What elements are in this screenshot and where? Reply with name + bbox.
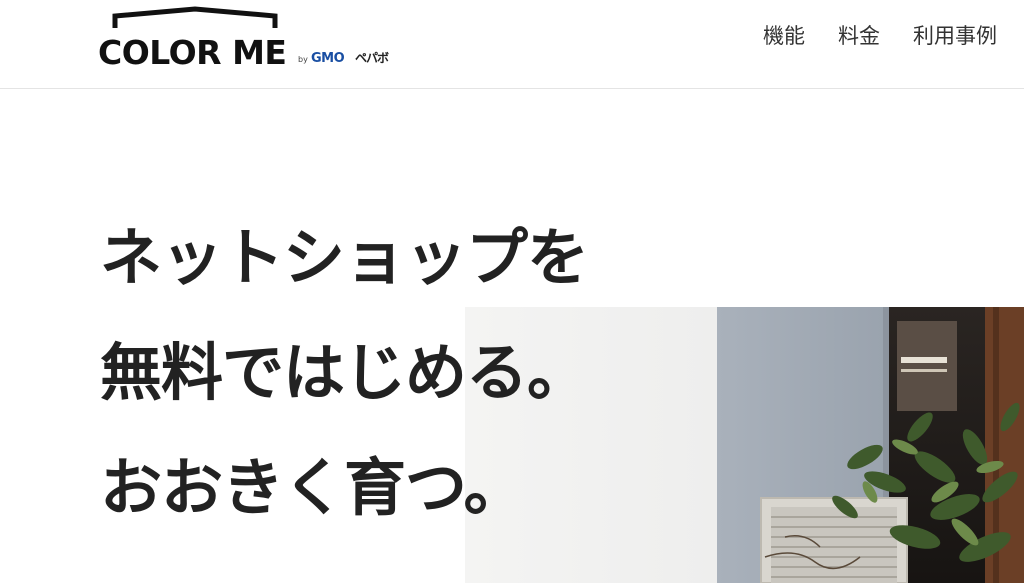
- main-nav: 機能 料金 利用事例: [763, 20, 997, 52]
- nav-item-pricing[interactable]: 料金: [838, 20, 880, 52]
- nav-item-case-studies[interactable]: 利用事例: [913, 20, 997, 52]
- headline-line-1: ネットショップを: [100, 221, 589, 294]
- site-header: COLOR ME by GMO ペパボ 機能 料金 利用事例: [0, 0, 1024, 89]
- headline-line-3: おおきく育つ。: [100, 451, 526, 524]
- logo-wordmark: COLOR ME: [98, 33, 287, 72]
- nav-item-features[interactable]: 機能: [763, 20, 805, 52]
- page: COLOR ME by GMO ペパボ 機能 料金 利用事例 ネットショップを …: [0, 0, 1024, 583]
- hero-headline: ネットショップを 無料ではじめる。 おおきく育つ。: [100, 220, 589, 565]
- logo-by-label: by: [298, 55, 308, 64]
- color-me-logo[interactable]: COLOR ME by GMO ペパボ: [98, 6, 428, 76]
- roof-icon: [112, 6, 278, 28]
- headline-line-2: 無料ではじめる。: [100, 336, 589, 409]
- logo-company-label: GMO: [311, 51, 345, 66]
- logo-company-suffix: ペパボ: [355, 51, 389, 65]
